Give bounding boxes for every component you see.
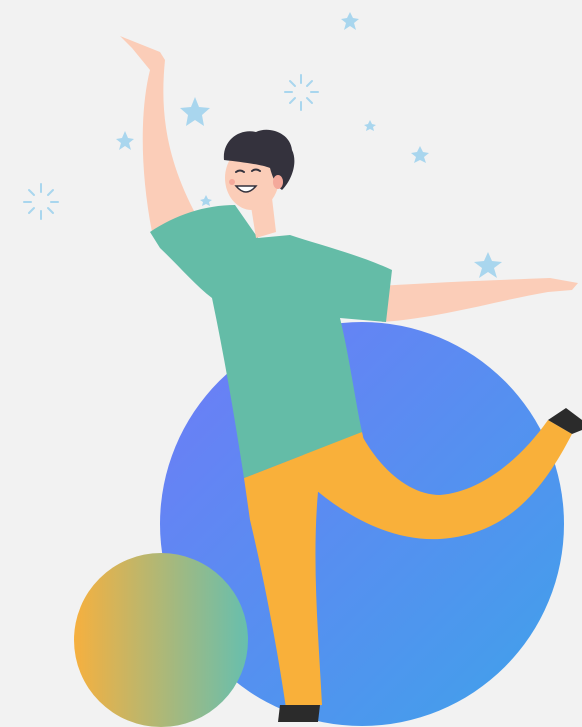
star-icon	[364, 120, 376, 131]
raised-arm	[120, 36, 200, 232]
star-icon	[200, 195, 212, 206]
star-icon	[411, 146, 429, 163]
star-icon	[180, 97, 210, 126]
shoe	[278, 705, 320, 722]
star-icon	[341, 12, 359, 30]
sparkle-burst-icon	[23, 183, 59, 220]
illustration-canvas	[23, 12, 582, 727]
cheek	[229, 179, 235, 185]
sparkle-burst-icon	[284, 74, 319, 111]
star-icon	[116, 131, 134, 150]
small-ball	[74, 553, 248, 727]
illustration-scene	[0, 0, 582, 727]
extended-arm	[380, 278, 578, 322]
star-icon	[474, 252, 502, 278]
ear	[273, 175, 283, 189]
